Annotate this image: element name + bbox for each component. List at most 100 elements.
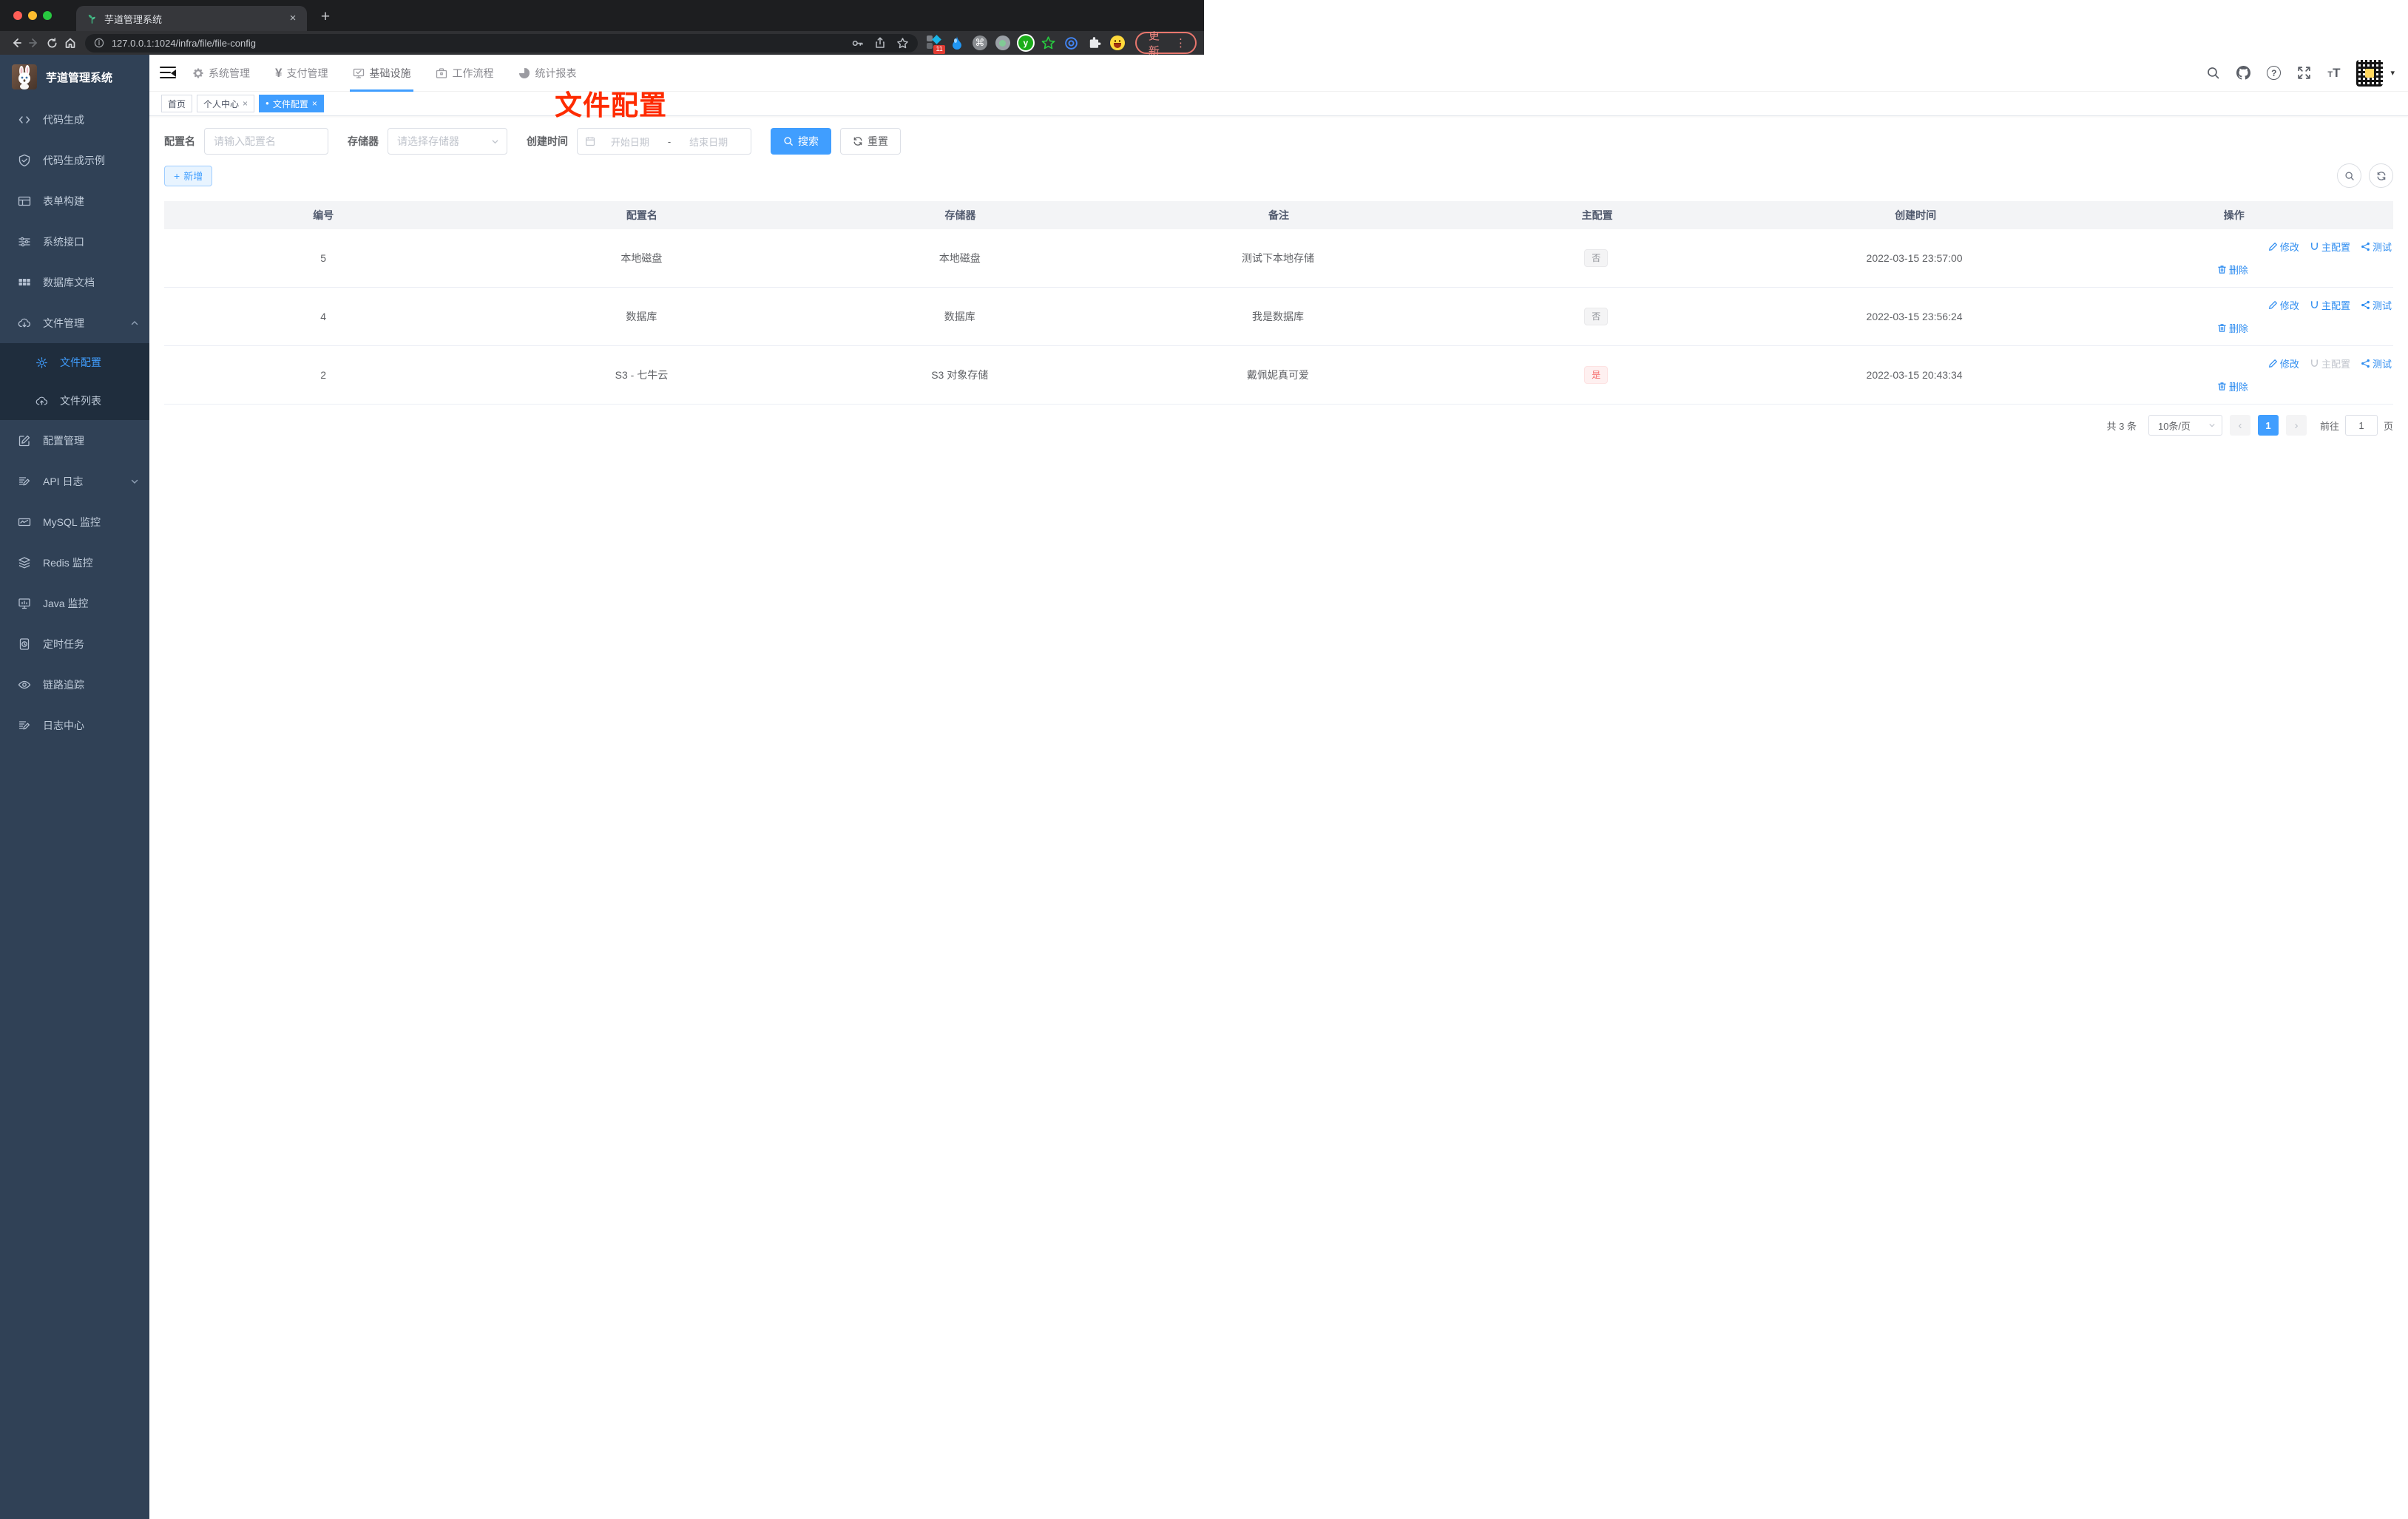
zoom-window-button[interactable] xyxy=(43,11,52,20)
name-filter-input[interactable] xyxy=(204,128,328,155)
right-tools xyxy=(2337,163,2393,188)
sidebar-item-log-center[interactable]: 日志中心 xyxy=(0,705,149,745)
extension-rings-icon[interactable] xyxy=(1064,35,1079,50)
url-text[interactable]: 127.0.0.1:1024/infra/file/file-config xyxy=(112,38,841,49)
page-size-select[interactable]: 10条/页 xyxy=(2148,415,2222,436)
collapse-sidebar-icon[interactable] xyxy=(160,66,176,80)
next-page-button[interactable]: › xyxy=(2285,415,2307,436)
extensions-bar: 11 ⌘ y xyxy=(926,35,1125,54)
github-icon[interactable] xyxy=(2236,66,2251,80)
magnet-icon xyxy=(2311,243,2318,250)
tag-close-icon[interactable]: × xyxy=(312,98,317,109)
extension-command-icon[interactable]: ⌘ xyxy=(972,35,987,50)
tag-close-icon[interactable]: × xyxy=(243,98,248,109)
test-link[interactable]: 测试 xyxy=(2361,356,2392,371)
refresh-table-button[interactable] xyxy=(2369,163,2393,188)
date-range-picker[interactable]: 开始日期 - 结束日期 xyxy=(577,128,751,155)
sidebar-item-config-mgmt[interactable]: 配置管理 xyxy=(0,420,149,461)
sidebar-item-tracing[interactable]: 链路追踪 xyxy=(0,664,149,705)
extension-pin-icon[interactable]: 11 xyxy=(926,35,945,54)
test-link[interactable]: 测试 xyxy=(2361,298,2392,312)
share-icon[interactable] xyxy=(874,37,886,49)
extension-recorder-icon[interactable] xyxy=(995,35,1010,50)
extension-puzzle-icon[interactable] xyxy=(1087,35,1102,50)
edit-link[interactable]: 修改 xyxy=(2268,240,2299,254)
end-date-placeholder[interactable]: 结束日期 xyxy=(674,135,743,149)
tab-strip: 芋道管理系统 × + xyxy=(0,0,1204,31)
home-button[interactable] xyxy=(61,33,79,53)
chrome-menu-icon[interactable]: ⋮ xyxy=(1175,36,1186,50)
new-tab-button[interactable]: + xyxy=(316,8,335,26)
add-button[interactable]: + 新增 xyxy=(164,165,213,186)
extension-emoji-icon[interactable] xyxy=(1109,35,1125,50)
sidebar-item-api-log[interactable]: API 日志 xyxy=(0,461,149,501)
back-button[interactable] xyxy=(7,33,25,53)
goto-page-input[interactable] xyxy=(2344,415,2378,436)
header-right-tools: ? TT ▾ xyxy=(2206,59,2395,87)
tab-close-icon[interactable]: × xyxy=(286,12,300,25)
test-link[interactable]: 测试 xyxy=(2361,240,2392,254)
delete-link[interactable]: 删除 xyxy=(2217,263,2248,277)
tag-home[interactable]: 首页 xyxy=(161,95,193,112)
topnav-workflow[interactable]: 工作流程 xyxy=(436,55,493,92)
sidebar-item-system-api[interactable]: 系统接口 xyxy=(0,221,149,262)
reload-button[interactable] xyxy=(43,33,61,53)
toggle-search-button[interactable] xyxy=(2337,163,2361,188)
password-key-icon[interactable] xyxy=(851,37,864,50)
avatar[interactable] xyxy=(2356,59,2384,87)
code-icon xyxy=(18,115,30,124)
help-icon[interactable]: ? xyxy=(2267,66,2282,80)
table-toolbar: + 新增 xyxy=(164,163,2393,188)
search-button[interactable]: 搜索 xyxy=(771,128,831,155)
sidebar-logo[interactable]: 芋道管理系统 xyxy=(0,55,149,99)
edit-link[interactable]: 修改 xyxy=(2268,298,2299,312)
edit-link[interactable]: 修改 xyxy=(2268,356,2299,371)
tag-profile[interactable]: 个人中心 × xyxy=(197,95,255,112)
font-size-icon[interactable]: TT xyxy=(2327,67,2340,79)
sidebar-item-code-demo[interactable]: 代码生成示例 xyxy=(0,140,149,180)
search-icon[interactable] xyxy=(2206,66,2220,80)
update-label: 更新 xyxy=(1148,30,1160,58)
topnav-payment[interactable]: ¥ 支付管理 xyxy=(275,55,328,92)
bookmark-star-icon[interactable] xyxy=(896,37,909,50)
sidebar-item-file-mgmt[interactable]: 文件管理 xyxy=(0,302,149,343)
prev-page-button[interactable]: ‹ xyxy=(2229,415,2250,436)
extension-star-icon[interactable] xyxy=(1041,35,1056,50)
storage-filter-select[interactable]: 请选择存储器 xyxy=(388,128,507,155)
storage-filter-label: 存储器 xyxy=(348,135,379,147)
fullscreen-icon[interactable] xyxy=(2297,66,2311,80)
master-config-link[interactable]: 主配置 xyxy=(2310,240,2350,254)
extension-drop-icon[interactable] xyxy=(950,35,964,50)
col-master: 主配置 xyxy=(1581,209,1613,221)
sidebar-item-redis-monitor[interactable]: Redis 监控 xyxy=(0,542,149,583)
sidebar-item-code-gen[interactable]: 代码生成 xyxy=(0,99,149,140)
sidebar-item-scheduled-jobs[interactable]: 定时任务 xyxy=(0,623,149,664)
close-window-button[interactable] xyxy=(13,11,22,20)
sidebar-item-mysql-monitor[interactable]: MySQL 监控 xyxy=(0,501,149,542)
delete-link[interactable]: 删除 xyxy=(2217,321,2248,335)
trash-icon xyxy=(2218,324,2226,332)
minimize-window-button[interactable] xyxy=(28,11,37,20)
start-date-placeholder[interactable]: 开始日期 xyxy=(595,135,665,149)
tag-file-config[interactable]: ● 文件配置 × xyxy=(259,95,324,112)
forward-button[interactable] xyxy=(25,33,43,53)
avatar-caret-icon[interactable]: ▾ xyxy=(2390,68,2395,78)
sidebar-item-db-doc[interactable]: 数据库文档 xyxy=(0,262,149,302)
topnav-infrastructure[interactable]: 基础设施 xyxy=(350,55,414,92)
sidebar-item-java-monitor[interactable]: Java 监控 xyxy=(0,583,149,623)
delete-link[interactable]: 删除 xyxy=(2217,379,2248,393)
extension-y-icon[interactable]: y xyxy=(1018,35,1033,50)
sidebar-item-file-config[interactable]: 文件配置 xyxy=(0,343,149,382)
address-bar[interactable]: 127.0.0.1:1024/infra/file/file-config xyxy=(84,33,918,53)
doc-edit-icon xyxy=(18,476,30,485)
page-number-1[interactable]: 1 xyxy=(2257,415,2279,436)
reset-button[interactable]: 重置 xyxy=(840,128,901,155)
browser-tab[interactable]: 芋道管理系统 × xyxy=(76,6,307,31)
col-name: 配置名 xyxy=(626,209,657,221)
master-config-link[interactable]: 主配置 xyxy=(2310,298,2350,312)
sidebar-item-form-builder[interactable]: 表单构建 xyxy=(0,180,149,221)
chrome-update-button[interactable]: 更新 ⋮ xyxy=(1134,30,1197,58)
sidebar-item-file-list[interactable]: 文件列表 xyxy=(0,382,149,420)
site-info-icon[interactable] xyxy=(94,38,104,48)
topnav-system[interactable]: 系统管理 xyxy=(192,55,250,92)
